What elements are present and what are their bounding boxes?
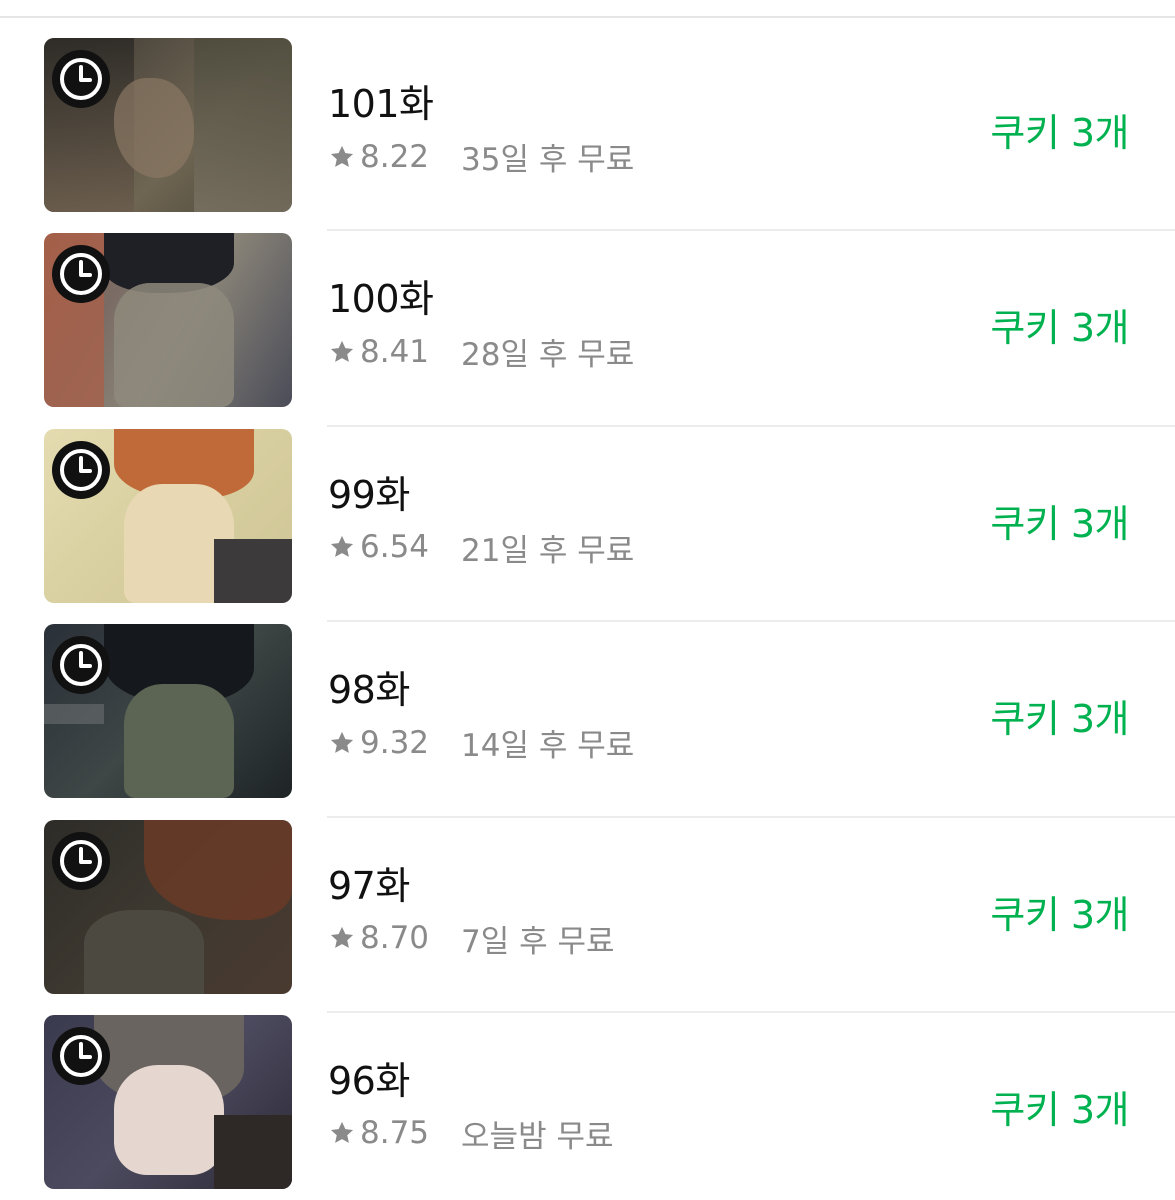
free-countdown: 14일 후 무료 xyxy=(461,728,635,765)
episode-meta: 8.75 오늘밤 무료 xyxy=(328,1111,614,1156)
clock-icon xyxy=(52,50,110,108)
episode-title: 98화 xyxy=(328,668,410,713)
star-icon xyxy=(330,340,354,362)
free-countdown: 35일 후 무료 xyxy=(461,142,635,178)
free-countdown: 21일 후 무료 xyxy=(461,532,635,569)
clock-icon xyxy=(52,245,110,304)
star-icon xyxy=(330,926,354,948)
episode-rating: 6.54 xyxy=(360,529,430,566)
star-icon xyxy=(330,731,354,753)
clock-icon xyxy=(52,440,110,499)
episode-meta: 8.70 7일 후 무료 xyxy=(328,916,615,961)
price-label[interactable]: 쿠키 3개 xyxy=(990,688,1129,743)
episode-thumbnail xyxy=(44,233,292,408)
price-label[interactable]: 쿠키 3개 xyxy=(990,493,1129,548)
episode-rating: 9.32 xyxy=(360,724,430,761)
free-countdown: 28일 후 무료 xyxy=(461,337,635,374)
episode-rating: 8.75 xyxy=(360,1115,430,1152)
clock-icon xyxy=(52,831,110,890)
top-divider xyxy=(0,16,1175,18)
clock-icon xyxy=(52,636,110,695)
episode-meta: 8.22 35일 후 무료 xyxy=(328,134,634,179)
episode-row[interactable]: 101화 8.22 35일 후 무료 쿠키 3개 xyxy=(0,36,1175,232)
star-icon xyxy=(330,1122,354,1144)
clock-icon xyxy=(52,1026,110,1085)
free-countdown: 오늘밤 무료 xyxy=(461,1118,614,1155)
episode-title: 100화 xyxy=(328,277,434,322)
episode-row[interactable]: 99화 6.54 21일 후 무료 쿠키 3개 xyxy=(0,427,1175,623)
episode-title: 97화 xyxy=(328,863,410,908)
episode-thumbnail xyxy=(44,1014,292,1189)
price-label[interactable]: 쿠키 3개 xyxy=(990,102,1129,157)
episode-meta: 9.32 14일 후 무료 xyxy=(328,720,634,765)
episode-rating: 8.22 xyxy=(360,138,430,175)
episode-title: 101화 xyxy=(328,82,434,126)
episode-thumbnail xyxy=(44,819,292,994)
episode-row[interactable]: 98화 9.32 14일 후 무료 쿠키 3개 xyxy=(0,622,1175,818)
star-icon xyxy=(330,536,354,558)
episode-thumbnail xyxy=(44,38,292,212)
free-countdown: 7일 후 무료 xyxy=(461,923,615,960)
episode-meta: 8.41 28일 후 무료 xyxy=(328,329,634,374)
episode-rating: 8.70 xyxy=(360,920,430,957)
price-label[interactable]: 쿠키 3개 xyxy=(990,1079,1129,1134)
episode-title: 96화 xyxy=(328,1058,410,1103)
star-icon xyxy=(330,145,354,167)
episode-thumbnail xyxy=(44,624,292,799)
episode-row[interactable]: 96화 8.75 오늘밤 무료 쿠키 3개 xyxy=(0,1013,1175,1200)
episode-meta: 6.54 21일 후 무료 xyxy=(328,525,634,570)
price-label[interactable]: 쿠키 3개 xyxy=(990,297,1129,352)
episode-row[interactable]: 100화 8.41 28일 후 무료 쿠키 3개 xyxy=(0,231,1175,427)
episode-title: 99화 xyxy=(328,472,410,517)
episode-row[interactable]: 97화 8.70 7일 후 무료 쿠키 3개 xyxy=(0,818,1175,1013)
price-label[interactable]: 쿠키 3개 xyxy=(990,884,1129,939)
episode-thumbnail xyxy=(44,428,292,603)
episode-rating: 8.41 xyxy=(360,333,430,370)
episode-list: 101화 8.22 35일 후 무료 쿠키 3개 100화 8.41 28일 후… xyxy=(0,36,1175,1200)
